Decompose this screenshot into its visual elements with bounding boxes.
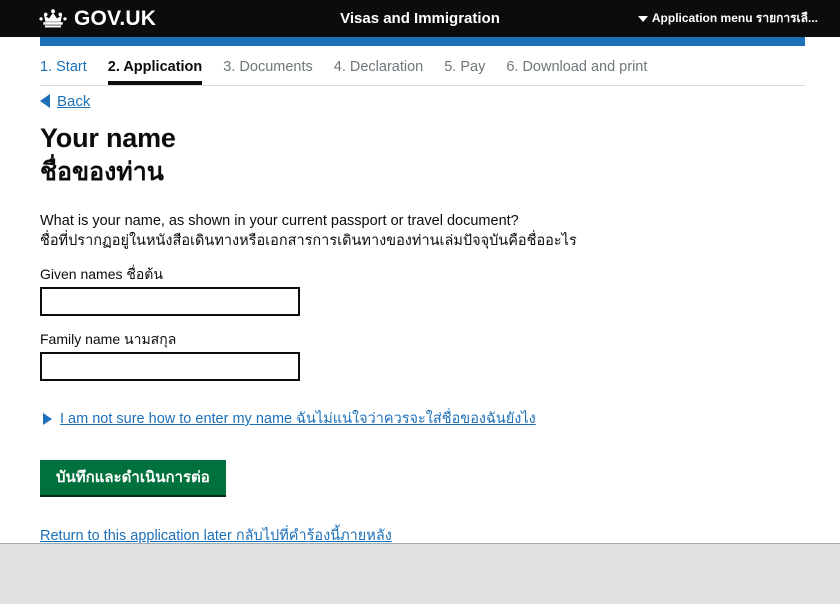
step-list: 1. Start 2. Application 3. Documents 4. …: [40, 58, 805, 85]
page-title-en: Your name: [40, 123, 176, 153]
main-content: Back Your name ชื่อของท่าน What is your …: [40, 90, 805, 547]
chevron-down-icon: [637, 15, 648, 22]
family-name-label: Family name นามสกุล: [40, 331, 177, 347]
save-and-continue-button[interactable]: บันทึกและดำเนินการต่อ: [40, 460, 226, 497]
step-item-documents: 3. Documents: [223, 59, 313, 75]
page-root: GOV.UK Visas and Immigration Application…: [0, 0, 840, 604]
page-footer: [0, 543, 840, 604]
step-item-start[interactable]: 1. Start: [40, 58, 87, 81]
triangle-left-icon: [40, 94, 50, 108]
given-names-label: Given names ชื่อต้น: [40, 266, 163, 282]
page-title-th: ชื่อของท่าน: [40, 158, 164, 186]
question-text-en: What is your name, as shown in your curr…: [40, 213, 519, 229]
application-menu-button[interactable]: Application menu รายการเลื...: [637, 0, 818, 37]
back-link[interactable]: Back: [57, 93, 90, 110]
details-summary-link[interactable]: I am not sure how to enter my name ฉันไม…: [60, 407, 536, 430]
step-item-pay: 5. Pay: [444, 59, 486, 75]
family-name-input[interactable]: [40, 352, 300, 381]
question-text-th: ชื่อที่ปรากฏอยู่ในหนังสือเดินทางหรือเอกส…: [40, 233, 577, 249]
gov-header: GOV.UK Visas and Immigration Application…: [0, 0, 840, 37]
back-link-row[interactable]: Back: [40, 90, 805, 112]
triangle-right-icon: [43, 412, 52, 425]
govuk-brand-text: GOV.UK: [74, 6, 157, 30]
details-disclosure[interactable]: I am not sure how to enter my name ฉันไม…: [43, 407, 805, 430]
step-navigation: 1. Start 2. Application 3. Documents 4. …: [40, 58, 805, 85]
given-names-field-group: Given names ชื่อต้น: [40, 265, 805, 316]
step-item-declaration: 4. Declaration: [333, 59, 424, 75]
blue-accent-bar: [40, 37, 805, 46]
govuk-logo-link[interactable]: GOV.UK: [38, 3, 156, 33]
step-item-application[interactable]: 2. Application: [107, 58, 203, 85]
step-item-download-and-print: 6. Download and print: [506, 59, 648, 75]
family-name-field-group: Family name นามสกุล: [40, 330, 805, 381]
application-menu-label: Application menu รายการเลื...: [651, 11, 818, 25]
return-to-application-later-link[interactable]: Return to this application later กลับไปท…: [40, 528, 392, 544]
crown-icon: [39, 8, 67, 27]
given-names-input[interactable]: [40, 287, 300, 316]
step-divider: [40, 85, 805, 86]
question-text: What is your name, as shown in your curr…: [40, 211, 805, 251]
